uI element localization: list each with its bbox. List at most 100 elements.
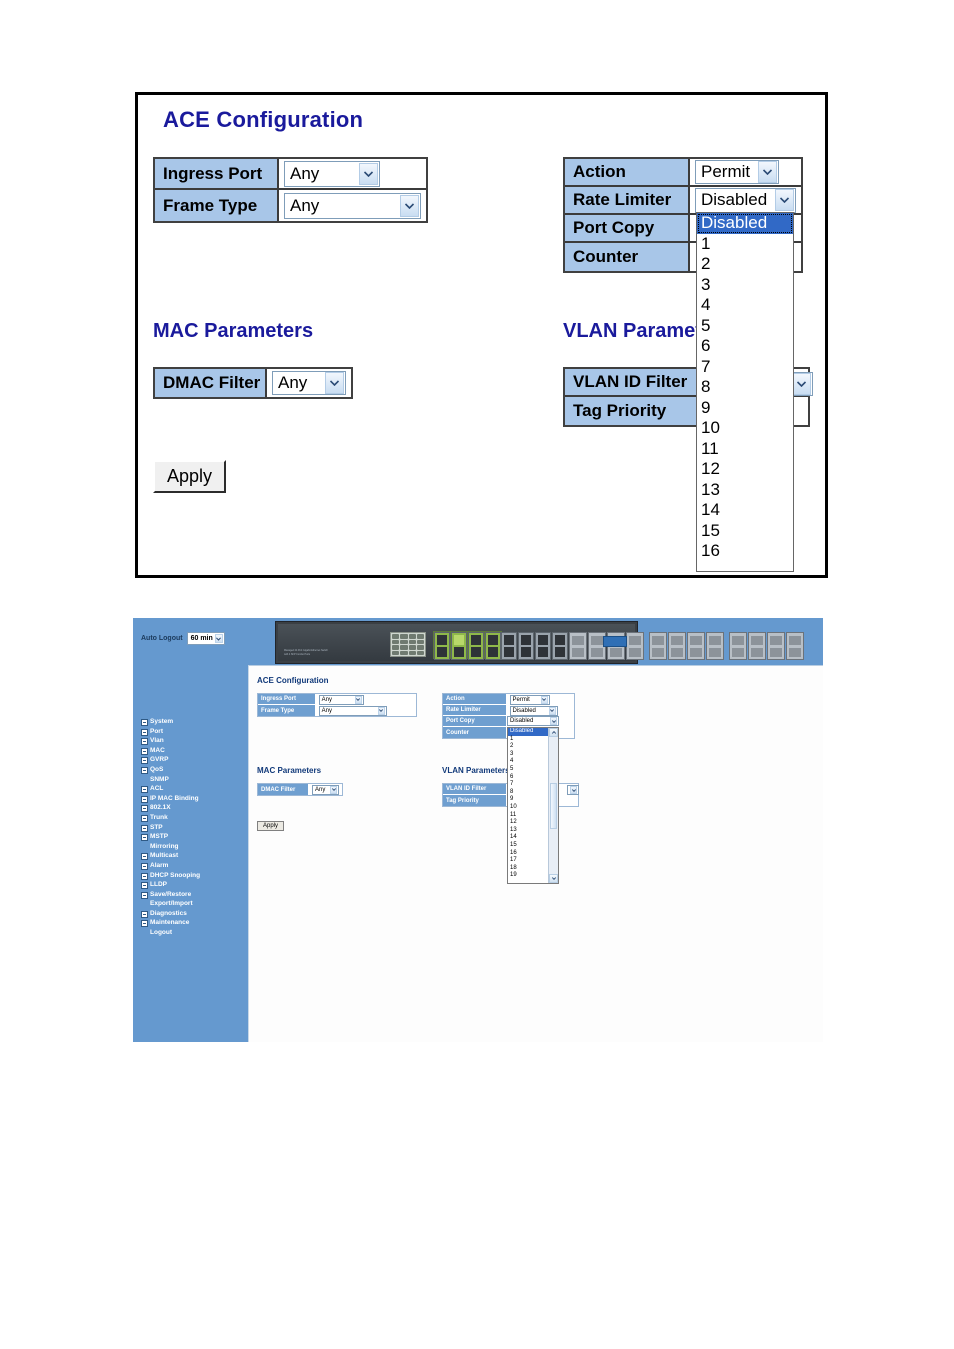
scroll-down-button[interactable] <box>549 874 558 883</box>
dropdown-option[interactable]: 12 <box>697 459 793 480</box>
expand-icon[interactable] <box>141 834 148 842</box>
dropdown-option[interactable]: 17 <box>508 857 548 865</box>
dropdown-option[interactable]: 5 <box>697 316 793 337</box>
sidebar-item-logout[interactable]: Logout <box>141 928 246 938</box>
dropdown-option[interactable]: 11 <box>508 812 548 820</box>
expand-icon[interactable] <box>141 882 148 890</box>
port-copy-dropdown-list[interactable]: Disabled 1 2 3 4 5 6 7 8 9 10 11 12 13 14 15 16 <box>696 212 794 572</box>
dmac-filter-select[interactable]: Any <box>312 784 339 795</box>
sidebar-item-alarm[interactable]: Alarm <box>141 861 246 871</box>
rate-limiter-select[interactable]: Disabled <box>509 705 558 716</box>
expand-icon[interactable] <box>141 872 148 880</box>
dropdown-option[interactable]: 11 <box>697 439 793 460</box>
expand-icon[interactable] <box>141 766 148 774</box>
dmac-filter-select[interactable]: Any <box>272 371 346 395</box>
sidebar-item-system[interactable]: System <box>141 717 246 727</box>
dropdown-option[interactable]: 9 <box>697 398 793 419</box>
dropdown-option[interactable]: 15 <box>697 521 793 542</box>
dropdown-option[interactable]: 7 <box>508 781 548 789</box>
expand-icon[interactable] <box>141 862 148 870</box>
dropdown-option[interactable]: 2 <box>508 743 548 751</box>
sidebar-item-acl[interactable]: ACL <box>141 784 246 794</box>
expand-icon[interactable] <box>141 795 148 803</box>
apply-button[interactable]: Apply <box>153 460 227 493</box>
expand-icon[interactable] <box>141 738 148 746</box>
dropdown-option[interactable]: 7 <box>697 357 793 378</box>
vlan-id-filter-select[interactable] <box>567 785 579 795</box>
sidebar-item-qos[interactable]: QoS <box>141 765 246 775</box>
expand-icon[interactable] <box>141 920 148 928</box>
sidebar-item-mac[interactable]: MAC <box>141 746 246 756</box>
dropdown-scrollbar[interactable] <box>548 728 558 883</box>
sidebar-item-snmp[interactable]: SNMP <box>141 775 246 785</box>
frame-type-select[interactable]: Any <box>318 705 387 716</box>
dropdown-option[interactable]: 18 <box>508 865 548 873</box>
dropdown-option[interactable]: 16 <box>508 850 548 858</box>
expand-icon[interactable] <box>141 910 148 918</box>
apply-button[interactable]: Apply <box>257 821 285 831</box>
sidebar-item-maintenance[interactable]: Maintenance <box>141 918 246 928</box>
scroll-thumb[interactable] <box>550 782 557 829</box>
sidebar-item-trunk[interactable]: Trunk <box>141 813 246 823</box>
dropdown-option[interactable]: 1 <box>508 736 548 744</box>
expand-icon[interactable] <box>141 728 148 736</box>
dropdown-option[interactable]: 10 <box>508 804 548 812</box>
dropdown-option[interactable]: 3 <box>697 275 793 296</box>
dropdown-option[interactable]: 9 <box>508 796 548 804</box>
dropdown-option[interactable]: 8 <box>508 789 548 797</box>
sidebar-item-mstp[interactable]: MSTP <box>141 832 246 842</box>
frame-type-select[interactable]: Any <box>284 192 421 219</box>
sidebar-item-export-import[interactable]: Export/Import <box>141 899 246 909</box>
sidebar-item-multicast[interactable]: Multicast <box>141 851 246 861</box>
expand-icon[interactable] <box>141 805 148 813</box>
dropdown-option[interactable]: 6 <box>508 774 548 782</box>
dropdown-option[interactable]: 12 <box>508 819 548 827</box>
dropdown-option[interactable]: 14 <box>508 834 548 842</box>
dropdown-option[interactable]: 13 <box>697 480 793 501</box>
dropdown-option[interactable]: 2 <box>697 254 793 275</box>
action-select[interactable]: Permit <box>509 694 550 705</box>
port-copy-dropdown-list[interactable]: Disabled 1 2 3 4 5 6 7 8 9 10 11 12 13 14 15 16 17 18 19 <box>507 727 559 884</box>
sidebar-item-mirroring[interactable]: Mirroring <box>141 842 246 852</box>
sidebar-item-dhcp-snooping[interactable]: DHCP Snooping <box>141 871 246 881</box>
port-copy-select[interactable]: Disabled <box>507 716 559 726</box>
expand-icon[interactable] <box>141 757 148 765</box>
expand-icon[interactable] <box>141 891 148 899</box>
dropdown-option[interactable]: 5 <box>508 766 548 774</box>
action-select[interactable]: Permit <box>695 160 779 184</box>
dropdown-option[interactable]: Disabled <box>697 213 793 234</box>
dropdown-option[interactable]: 4 <box>697 295 793 316</box>
sidebar-item-gvrp[interactable]: GVRP <box>141 755 246 765</box>
dropdown-option[interactable]: Disabled <box>508 728 548 736</box>
dropdown-option[interactable]: 1 <box>697 234 793 255</box>
expand-icon[interactable] <box>141 786 148 794</box>
sidebar-item-802-1x[interactable]: 802.1X <box>141 803 246 813</box>
expand-icon[interactable] <box>141 853 148 861</box>
dropdown-option[interactable]: 19 <box>508 872 548 880</box>
ingress-port-select[interactable]: Any <box>318 694 364 705</box>
expand-icon[interactable] <box>141 719 148 726</box>
expand-icon[interactable] <box>141 824 148 832</box>
ingress-port-select[interactable]: Any <box>284 160 380 187</box>
sidebar-item-vlan[interactable]: Vlan <box>141 736 246 746</box>
scroll-up-button[interactable] <box>549 728 558 737</box>
sidebar-item-stp[interactable]: STP <box>141 823 246 833</box>
dropdown-option[interactable]: 8 <box>697 377 793 398</box>
dropdown-option[interactable]: 3 <box>508 751 548 759</box>
sidebar-item-lldp[interactable]: LLDP <box>141 880 246 890</box>
auto-logout-select[interactable]: 60 min <box>186 632 225 645</box>
expand-icon[interactable] <box>141 814 148 822</box>
sidebar-item-diagnostics[interactable]: Diagnostics <box>141 909 246 919</box>
expand-icon[interactable] <box>141 747 148 755</box>
dropdown-option[interactable]: 16 <box>697 541 793 562</box>
dropdown-option[interactable]: 15 <box>508 842 548 850</box>
sidebar-item-ip-mac-binding[interactable]: IP MAC Binding <box>141 794 246 804</box>
sidebar-item-save-restore[interactable]: Save/Restore <box>141 890 246 900</box>
dropdown-option[interactable]: 14 <box>697 500 793 521</box>
dropdown-option[interactable]: 10 <box>697 418 793 439</box>
dropdown-option[interactable]: 13 <box>508 827 548 835</box>
sidebar-item-port[interactable]: Port <box>141 727 246 737</box>
dropdown-option[interactable]: 4 <box>508 758 548 766</box>
dropdown-option[interactable]: 6 <box>697 336 793 357</box>
rate-limiter-select[interactable]: Disabled <box>695 187 796 213</box>
